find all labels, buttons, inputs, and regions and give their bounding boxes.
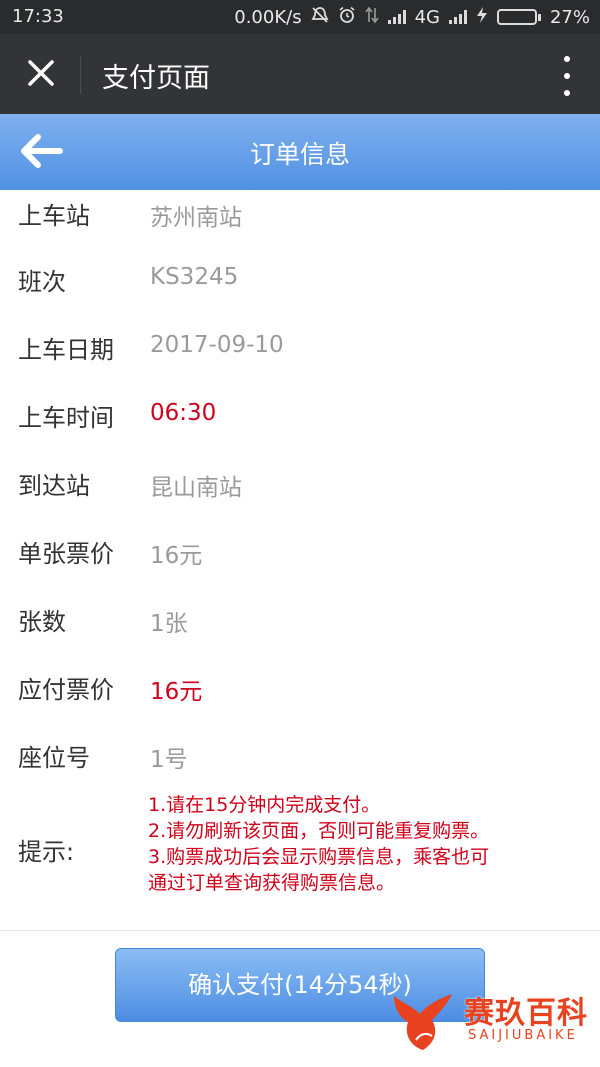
window-title: 支付页面 <box>102 63 210 94</box>
row-value: 16元 <box>150 543 203 569</box>
row-label: 应付票价 <box>18 676 114 704</box>
row-label: 上车站 <box>18 202 90 230</box>
tips-lines: 1.请在15分钟内完成支付。 2.请勿刷新该页面，否则可能重复购票。 3.购票成… <box>148 792 489 896</box>
tip-line: 3.购票成功后会显示购票信息，乘客也可 <box>148 846 490 868</box>
row-value: 苏州南站 <box>150 205 242 231</box>
tip-line: 通过订单查询获得购票信息。 <box>148 872 396 894</box>
tips-label: 提示: <box>18 838 75 866</box>
network-speed: 0.00K/s <box>234 6 302 28</box>
signal-icon <box>387 10 406 24</box>
title-bar: 支付页面 <box>0 34 600 114</box>
row-label: 到达站 <box>18 472 90 500</box>
page-header: 订单信息 <box>0 114 600 190</box>
battery-percent: 27% <box>549 6 590 28</box>
more-menu-icon[interactable] <box>560 56 574 96</box>
row-value: 昆山南站 <box>150 475 242 501</box>
watermark: 赛玖百科 SAIJIUBAIKE <box>390 978 600 1058</box>
row-label: 张数 <box>18 608 66 636</box>
order-row-unit-price: 单张票价 16元 <box>0 528 600 596</box>
row-label: 上车时间 <box>18 404 114 432</box>
charging-icon <box>476 6 488 28</box>
tip-line: 2.请勿刷新该页面，否则可能重复购票。 <box>148 820 490 842</box>
page-title: 订单信息 <box>249 140 350 169</box>
tips-section: 提示: 1.请在15分钟内完成支付。 2.请勿刷新该页面，否则可能重复购票。 3… <box>0 790 600 902</box>
row-value: 16元 <box>150 679 203 705</box>
order-row-departure-station: 上车站 苏州南站 <box>0 190 600 256</box>
row-value: 1张 <box>150 611 188 637</box>
status-time: 17:33 <box>12 6 64 27</box>
order-row-ticket-count: 张数 1张 <box>0 596 600 664</box>
network-type: 4G <box>414 6 440 28</box>
order-row-amount-due: 应付票价 16元 <box>0 664 600 732</box>
signal-icon <box>448 10 467 24</box>
status-bar: 17:33 0.00K/s 4G 27% <box>0 0 600 34</box>
row-value: 1号 <box>150 747 188 773</box>
row-label: 上车日期 <box>18 336 114 364</box>
data-arrows-icon <box>364 6 379 28</box>
row-value: KS3245 <box>150 264 239 290</box>
order-info-list: 上车站 苏州南站 班次 KS3245 上车日期 2017-09-10 上车时间 … <box>0 190 600 800</box>
row-value: 06:30 <box>150 400 217 426</box>
order-row-departure-date: 上车日期 2017-09-10 <box>0 324 600 392</box>
row-label: 班次 <box>18 268 66 296</box>
watermark-brand: 赛玖百科 <box>464 996 588 1031</box>
row-label: 座位号 <box>18 744 90 772</box>
row-value: 2017-09-10 <box>150 332 284 358</box>
alarm-icon <box>338 6 356 28</box>
watermark-sub: SAIJIUBAIKE <box>468 1028 578 1043</box>
title-separator <box>80 56 81 94</box>
order-row-arrival-station: 到达站 昆山南站 <box>0 460 600 528</box>
divider <box>0 930 600 931</box>
row-label: 单张票价 <box>18 540 114 568</box>
whale-tail-logo-icon <box>390 984 456 1054</box>
close-icon[interactable] <box>22 54 60 92</box>
status-right: 0.00K/s 4G 27% <box>234 6 590 28</box>
mute-icon <box>311 6 329 28</box>
order-row-departure-time: 上车时间 06:30 <box>0 392 600 460</box>
order-row-trip-number: 班次 KS3245 <box>0 256 600 324</box>
tip-line: 1.请在15分钟内完成支付。 <box>148 794 381 816</box>
battery-icon <box>496 9 541 25</box>
